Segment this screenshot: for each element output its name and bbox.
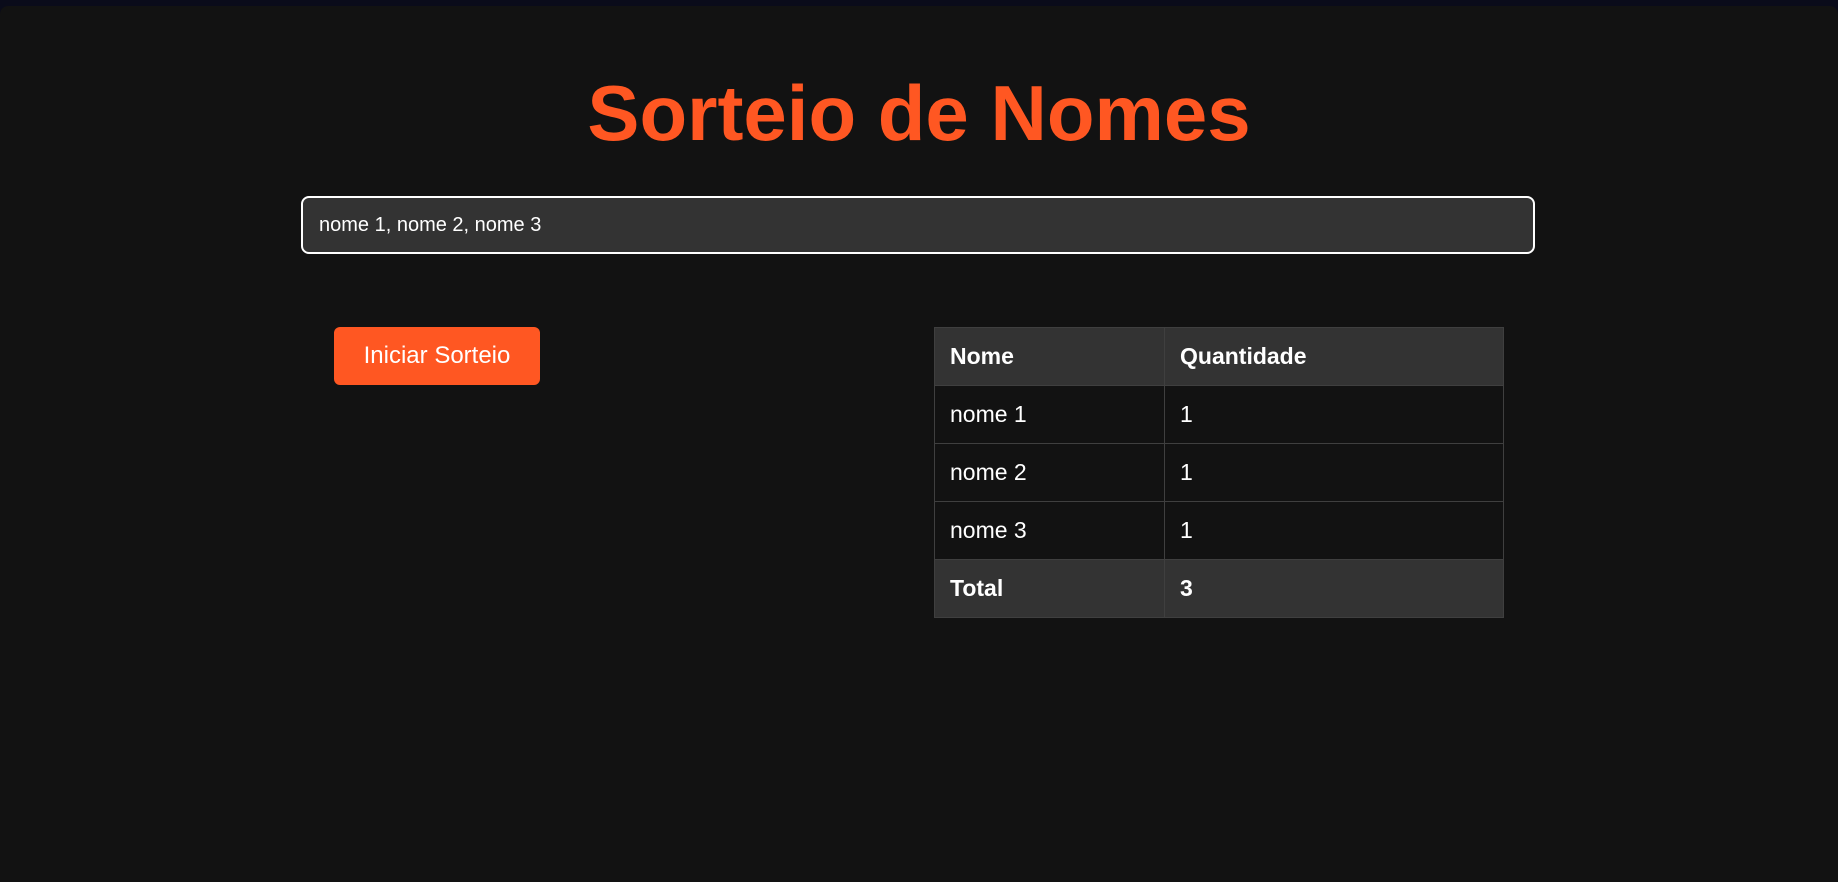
app-container: Sorteio de Nomes Iniciar Sorteio Nome Qu… <box>0 6 1838 882</box>
cell-name: nome 1 <box>934 385 1165 444</box>
total-value: 3 <box>1164 559 1504 618</box>
cell-quantity: 1 <box>1164 385 1504 444</box>
page-title: Sorteio de Nomes <box>587 69 1251 157</box>
column-header-name: Nome <box>934 327 1165 386</box>
table-header: Nome Quantidade <box>934 327 1504 386</box>
results-table: Nome Quantidade nome 1 1 nome 2 1 nome 3… <box>934 327 1504 618</box>
table-body: nome 1 1 nome 2 1 nome 3 1 <box>934 385 1504 560</box>
column-header-quantity: Quantidade <box>1164 327 1504 386</box>
start-draw-button[interactable]: Iniciar Sorteio <box>334 327 540 385</box>
total-label: Total <box>934 559 1165 618</box>
cell-quantity: 1 <box>1164 501 1504 560</box>
cell-name: nome 2 <box>934 443 1165 502</box>
names-input[interactable] <box>301 196 1535 254</box>
table-header-row: Nome Quantidade <box>934 327 1504 386</box>
table-row: nome 3 1 <box>934 501 1504 560</box>
cell-quantity: 1 <box>1164 443 1504 502</box>
cell-name: nome 3 <box>934 501 1165 560</box>
table-row: nome 2 1 <box>934 443 1504 502</box>
table-row: nome 1 1 <box>934 385 1504 444</box>
total-row: Total 3 <box>934 559 1504 618</box>
table-footer: Total 3 <box>934 559 1504 618</box>
